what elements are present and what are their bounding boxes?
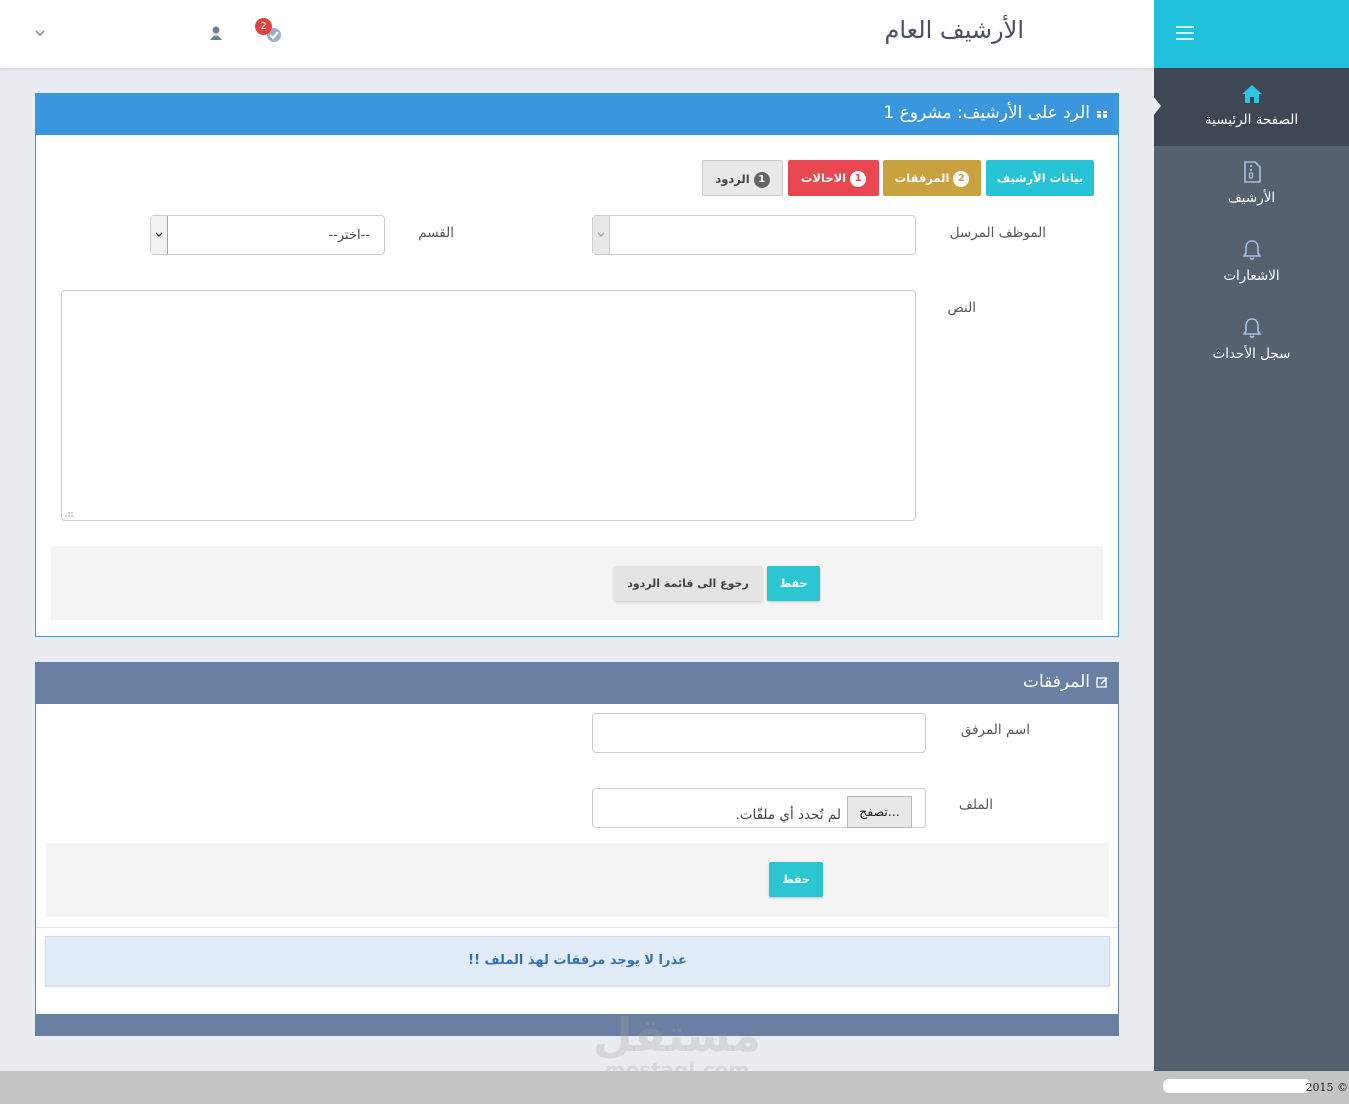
tab-badge: 1	[850, 170, 867, 187]
footer-redaction	[1163, 1079, 1311, 1093]
attachment-name-input[interactable]	[592, 713, 926, 753]
empty-attachments-alert: عذرا لا يوجد مرفقات لهذ الملف !!	[45, 936, 1110, 986]
tab-badge: 2	[953, 170, 970, 187]
sidebar-item-label: الاشعارات	[1223, 268, 1280, 284]
save-attachment-button[interactable]: حفظ	[769, 862, 823, 897]
chevron-down-icon[interactable]	[34, 24, 48, 42]
page-title: الأرشيف العام	[884, 16, 1025, 44]
save-button[interactable]: حفظ	[767, 566, 820, 601]
employee-select[interactable]	[592, 215, 916, 255]
employee-label: الموظف المرسل	[949, 225, 1046, 241]
menu-toggle-icon[interactable]	[1176, 26, 1194, 40]
department-label: القسم	[418, 225, 454, 241]
footer: © 2015	[0, 1071, 1349, 1104]
form-actions: حفظ رجوع الى قائمة الردود	[51, 546, 1103, 620]
edit-icon	[1096, 677, 1108, 688]
sidebar-item-label: سجل الأحداث	[1212, 346, 1291, 362]
file-input-status: لم تُحدد أي ملفّات.	[735, 807, 841, 823]
sidebar-item-home[interactable]: الصفحة الرئيسية	[1153, 68, 1349, 146]
bell-icon	[1242, 318, 1261, 338]
sidebar-item-label: الصفحة الرئيسية	[1204, 112, 1299, 128]
active-indicator	[1153, 96, 1161, 116]
department-select[interactable]: --اختر--	[150, 215, 385, 255]
tab-badge: 1	[753, 171, 770, 188]
panel-header: الرد على الأرشيف: مشروع 1	[36, 94, 1118, 135]
sidebar-item-archive[interactable]: الأرشيف	[1154, 146, 1349, 224]
top-navbar: الأرشيف العام 2	[0, 0, 1154, 68]
user-icon[interactable]	[208, 24, 226, 42]
browse-button[interactable]: تصفح...	[847, 796, 912, 828]
panel-header: المرفقات	[36, 663, 1118, 704]
chevron-down-icon	[593, 216, 610, 254]
text-area[interactable]	[61, 290, 916, 521]
attachment-name-label: اسم المرفق	[960, 722, 1030, 738]
back-to-replies-button[interactable]: رجوع الى قائمة الردود	[614, 566, 762, 601]
sidebar-item-label: الأرشيف	[1227, 190, 1276, 206]
form-actions: حفظ	[46, 843, 1109, 917]
sidebar: الصفحة الرئيسية الأرشيف الاشعارات سجل ال…	[1153, 0, 1349, 1071]
text-label: النص	[947, 300, 976, 316]
tab-archive-data[interactable]: بيانات الأرشيف	[986, 160, 1094, 196]
department-select-value: --اختر--	[328, 228, 370, 243]
divider	[36, 927, 1118, 928]
chevron-down-icon	[151, 216, 168, 254]
panel-title: الرد على الأرشيف: مشروع 1	[883, 103, 1108, 123]
bell-icon	[1242, 240, 1261, 260]
tab-referrals[interactable]: 1الاحالات	[788, 160, 879, 196]
copyright-text: © 2015	[1305, 1081, 1349, 1094]
file-input[interactable]: تصفح... لم تُحدد أي ملفّات.	[592, 788, 926, 828]
home-icon	[1241, 85, 1262, 103]
gift-icon	[1097, 108, 1107, 118]
attachments-panel: المرفقات اسم المرفق الملف تصفح... لم تُح…	[35, 662, 1119, 1036]
notification-badge: 2	[255, 18, 272, 35]
notification-button[interactable]: 2	[255, 18, 287, 46]
panel-title: المرفقات	[1023, 672, 1108, 692]
file-archive-icon	[1243, 161, 1261, 183]
sidebar-header	[1154, 0, 1349, 68]
sidebar-item-event-log[interactable]: سجل الأحداث	[1154, 302, 1349, 380]
panel-footer	[36, 1014, 1118, 1035]
file-label: الملف	[958, 797, 993, 813]
tab-replies[interactable]: 1الردود	[702, 160, 783, 196]
tab-attachments[interactable]: 2المرفقات	[883, 160, 981, 196]
reply-panel: الرد على الأرشيف: مشروع 1 بيانات الأرشيف…	[35, 93, 1119, 637]
resize-handle-icon[interactable]	[64, 510, 74, 518]
sidebar-item-notifications[interactable]: الاشعارات	[1154, 224, 1349, 302]
